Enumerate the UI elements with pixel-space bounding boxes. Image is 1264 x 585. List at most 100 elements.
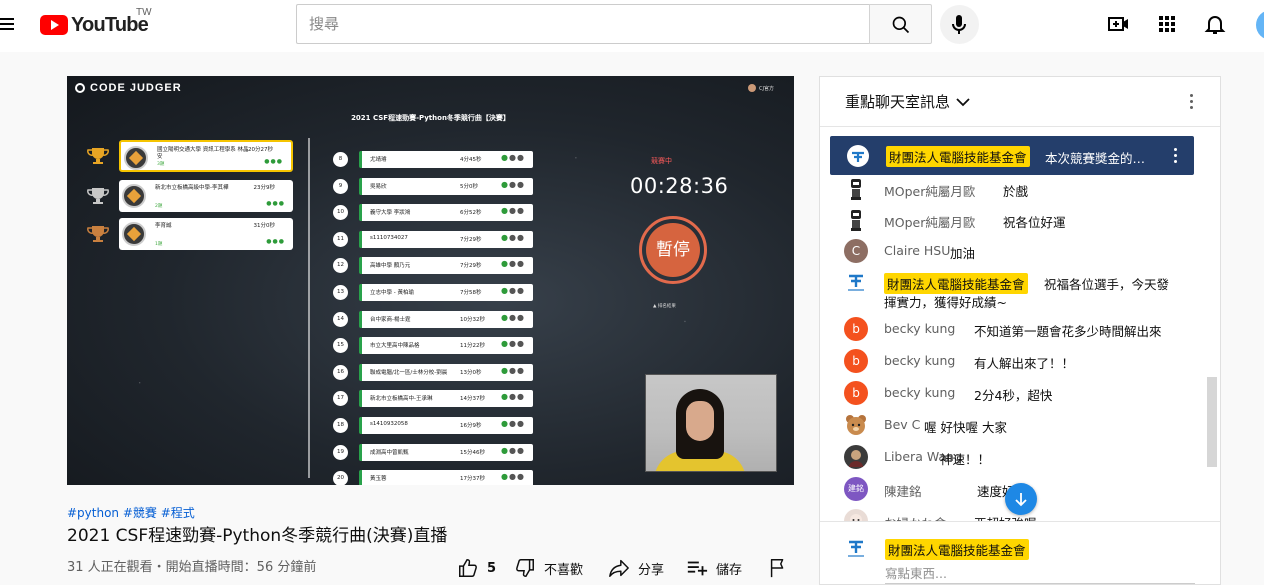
contestant-name: s1110734027 <box>370 234 408 241</box>
search-input[interactable] <box>297 5 869 43</box>
chat-message[interactable]: b becky kung 有人解出來了！！ <box>844 349 1189 377</box>
chat-more-icon[interactable] <box>1190 94 1194 110</box>
youtube-logo[interactable]: YouTube <box>40 12 149 38</box>
rank-number: 8 <box>333 152 348 167</box>
podium-card: 李育誠 1題 31分0秒 ●●● <box>119 218 293 250</box>
pinned-message[interactable]: 財團法人電腦技能基金會 本次競賽獎金的… <box>830 136 1194 175</box>
chat-message[interactable]: 財團法人電腦技能基金會 祝福各位選手，今天發 揮實力，獲得好成績~ <box>844 270 1189 312</box>
rank-bar: 吳易欣 5分0秒 ●●● <box>359 177 533 195</box>
share-label: 分享 <box>638 562 665 578</box>
chat-message[interactable]: MOper純屬月歐 於戲 <box>844 177 1189 205</box>
contestant-name: 成淵高中曾凱甄 <box>370 449 409 456</box>
chat-message[interactable]: Libera Wang 神速！！ <box>844 445 1189 473</box>
chat-author[interactable]: 陳建銘 <box>884 481 922 500</box>
rank-number: 11 <box>333 231 348 247</box>
status-dots: ●●● <box>501 339 525 349</box>
chat-text: 喔 好快喔 大家 <box>924 420 1007 435</box>
chat-message[interactable]: MOper純屬月歐 祝各位好運 <box>844 208 1189 236</box>
podium-card: 國立陽明交通大學 資訊工程學系 林晶安 3題 20分27秒 ●●● <box>119 140 293 172</box>
contestant-time: 5分0秒 <box>460 183 478 190</box>
chat-message[interactable]: C Claire HSU 加油 <box>844 239 1189 267</box>
ranking-row: 17 新北市立板橋高中-王承琳 14分37秒 ●●● <box>333 390 533 408</box>
user-avatar-icon <box>748 84 757 92</box>
pinned-more-icon[interactable] <box>1174 148 1178 164</box>
chat-author[interactable]: MOper純屬月歐 <box>884 181 975 200</box>
search-button[interactable] <box>869 4 932 44</box>
apps-icon[interactable] <box>1155 12 1179 36</box>
chat-author[interactable]: MOper純屬月歐 <box>884 212 975 231</box>
podium-third: 李育誠 1題 31分0秒 ●●● <box>87 218 297 250</box>
chat-author[interactable]: Claire HSU <box>884 243 950 258</box>
playlist-add-icon <box>687 561 708 576</box>
chat-author[interactable]: 財團法人電腦技能基金會 <box>884 273 1028 294</box>
user-avatar-icon <box>844 445 868 469</box>
code-judger-icon <box>75 83 85 93</box>
rank-number: 13 <box>333 285 348 300</box>
video-player[interactable]: CODE JUDGER CJ官方 2021 CSF程速勁賽-Python冬季競行… <box>67 76 794 485</box>
chat-text: 2分4秒，超快 <box>974 388 1053 403</box>
chat-message[interactable]: Bev C 喔 好快喔 大家 <box>844 413 1189 441</box>
rank-badge-icon <box>122 184 146 208</box>
status-dots: ●●● <box>501 419 525 428</box>
hashtags[interactable]: #python #競賽 #程式 <box>67 504 195 521</box>
chat-author[interactable]: becky kung <box>884 353 955 368</box>
like-button[interactable]: 5 <box>457 557 496 579</box>
dislike-button[interactable]: 不喜歡 <box>514 557 583 579</box>
live-chat: 重點聊天室訊息 財團法人電腦技能基金會 本次競賽獎金的… MOper純屬月歐 於戲… <box>819 76 1221 585</box>
chat-author[interactable]: becky kung <box>884 321 955 336</box>
pinned-author: 財團法人電腦技能基金會 <box>886 146 1030 167</box>
chat-message[interactable]: b becky kung 2分4秒，超快 <box>844 381 1189 409</box>
menu-icon[interactable] <box>0 14 18 34</box>
status-dots: ●●● <box>501 259 525 269</box>
report-button[interactable] <box>767 557 797 579</box>
scroll-to-bottom-button[interactable] <box>1005 483 1037 515</box>
arrow-down-icon <box>1015 493 1027 507</box>
chat-author[interactable]: Bev C <box>884 417 920 432</box>
ranking-row: 14 台中家商-楊士霆 10分32秒 ●●● <box>333 310 533 328</box>
rank-bar: s1410932058 16分9秒 ●●● <box>359 417 533 434</box>
pause-button: 暫停 <box>639 216 707 284</box>
contestant-time: 7分29秒 <box>460 263 482 270</box>
rank-bar: 台中家商-楊士霆 10分32秒 ●●● <box>359 310 533 328</box>
rank-badge-icon <box>124 146 148 170</box>
voice-search-button[interactable] <box>940 5 979 44</box>
share-button[interactable]: 分享 <box>608 557 664 579</box>
results-link: ▲ 排名結果 <box>653 304 676 309</box>
chat-author[interactable]: becky kung <box>884 385 955 400</box>
masthead: YouTube TW <box>0 0 1264 52</box>
ranking-row: 12 高雄中學 顏乃元 7分29秒 ●●● <box>333 257 533 275</box>
ranking-row: 20 黃玉蓉 17分37秒 ●●● <box>333 470 533 485</box>
video-title: 2021 CSF程速勁賽-Python冬季競行曲(決賽)直播 <box>67 526 448 546</box>
chat-mode-dropdown[interactable]: 重點聊天室訊息 <box>845 91 970 112</box>
create-video-icon[interactable] <box>1107 12 1131 36</box>
contestant-name: 台中家商-楊士霆 <box>370 316 411 323</box>
robot-avatar-icon <box>851 179 861 200</box>
chat-message[interactable]: b becky kung 不知道第一題會花多少時間解出來 <box>844 317 1189 345</box>
rank-bar: 黃玉蓉 17分37秒 ●●● <box>359 470 533 485</box>
chat-text: 加油 <box>950 246 976 261</box>
webcam-overlay <box>645 374 777 472</box>
notifications-icon[interactable] <box>1203 12 1227 36</box>
rank-number: 9 <box>333 178 348 194</box>
contestant-name: 市立大里高中陳品格 <box>370 343 420 350</box>
contestant-time: 7分29秒 <box>460 236 482 243</box>
account-avatar[interactable] <box>1256 10 1264 40</box>
input-author: 財團法人電腦技能基金會 <box>885 539 1029 560</box>
save-button[interactable]: 儲存 <box>686 557 742 579</box>
search-icon <box>892 16 910 34</box>
user-avatar: 建銘 <box>844 477 868 501</box>
chat-text: 不知道第一題會花多少時間解出來 <box>974 324 1162 339</box>
divider <box>308 138 310 478</box>
chevron-down-icon <box>956 97 970 106</box>
rank-bar: 義守大學 李狀鴻 6分52秒 ●●● <box>359 204 533 222</box>
ranking-row: 8 尤靖璿 4分45秒 ●●● <box>333 151 533 168</box>
contestant-name: 黃玉蓉 <box>370 476 387 483</box>
chat-header: 重點聊天室訊息 <box>820 77 1220 127</box>
status-dots: ●●● <box>501 232 525 242</box>
foundation-logo-icon <box>848 540 864 557</box>
contestant-time: 6分52秒 <box>460 210 482 217</box>
chat-scrollbar[interactable] <box>1207 377 1217 467</box>
chat-input[interactable] <box>885 564 1195 584</box>
podium-card: 新北市立板橋高級中學-李其樺 2題 23分9秒 ●●● <box>119 180 293 212</box>
countdown-timer: 00:28:36 <box>630 174 729 198</box>
